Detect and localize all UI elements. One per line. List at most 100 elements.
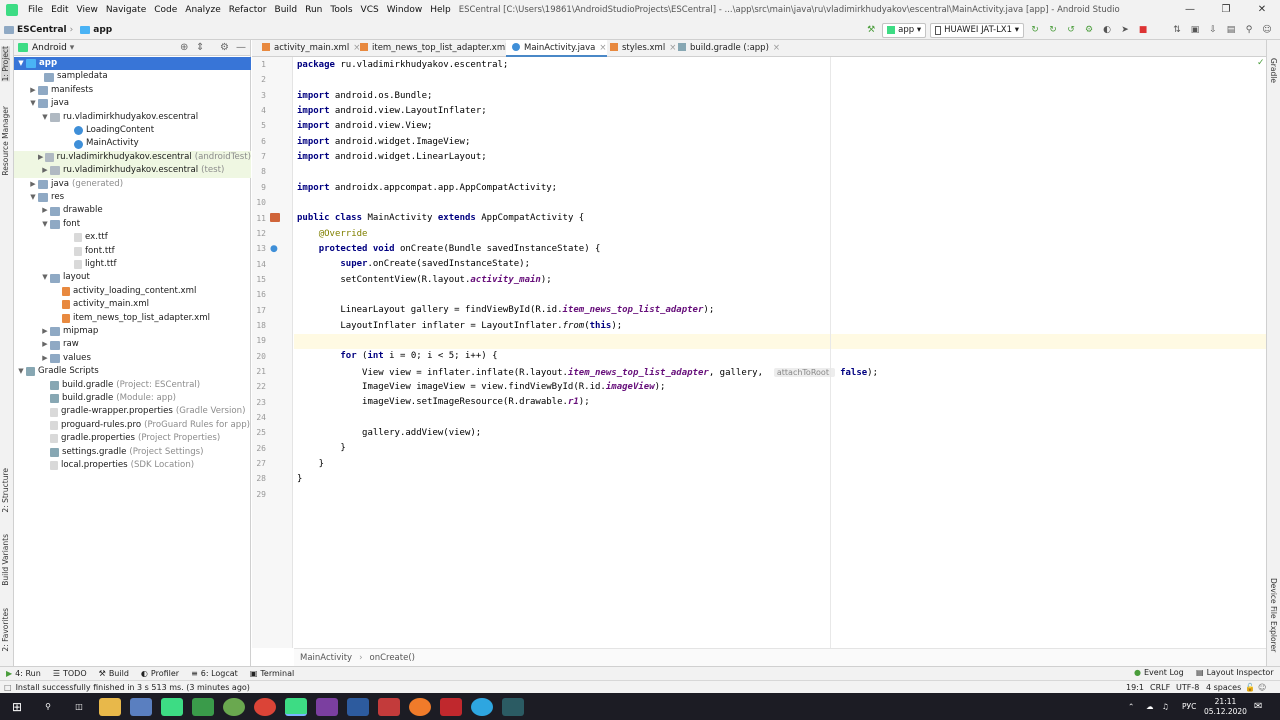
tree-item[interactable]: ▶ manifests [14, 84, 251, 97]
menu-tools[interactable]: Tools [326, 5, 356, 15]
collapse-arrow-icon[interactable]: ▶ [40, 352, 50, 365]
close-tab-icon[interactable]: × [773, 43, 780, 53]
tree-item[interactable]: settings.gradle (Project Settings) [14, 446, 251, 459]
app-icon[interactable] [223, 697, 245, 716]
avd-manager-icon[interactable]: ▣ [1188, 23, 1202, 37]
editor-tab[interactable]: styles.xml × [604, 40, 676, 57]
chrome-icon[interactable] [254, 697, 276, 716]
tree-item[interactable]: ▶ java (generated) [14, 178, 251, 191]
indent-setting[interactable]: 4 spaces [1206, 683, 1241, 692]
tree-item[interactable]: MainActivity [14, 137, 251, 150]
editor-tab[interactable]: MainActivity.java × [506, 40, 607, 57]
volume-icon[interactable]: ♫ [1162, 693, 1169, 720]
tree-item[interactable]: ▼ Gradle Scripts [14, 365, 251, 378]
telegram-icon[interactable] [471, 697, 493, 716]
notifications-icon[interactable]: ✉ [1254, 693, 1262, 720]
menu-refactor[interactable]: Refactor [225, 5, 271, 15]
build-variants-tab[interactable]: Build Variants [1, 534, 10, 586]
todo-tool-button[interactable]: ☰ TODO [53, 669, 87, 678]
app-icon[interactable] [409, 697, 431, 716]
network-icon[interactable]: ☁ [1146, 693, 1154, 720]
breadcrumb-class[interactable]: MainActivity [300, 653, 352, 663]
inspector-icon[interactable]: ☺ [1258, 683, 1266, 692]
android-studio-taskbar-icon[interactable] [161, 697, 183, 716]
maximize-button[interactable]: ❐ [1208, 0, 1244, 20]
line-separator[interactable]: CRLF [1150, 683, 1170, 692]
app-icon[interactable] [130, 697, 152, 716]
tree-item[interactable]: ex.ttf [14, 231, 251, 244]
menu-navigate[interactable]: Navigate [102, 5, 150, 15]
menu-window[interactable]: Window [383, 5, 427, 15]
tree-item[interactable]: activity_loading_content.xml [14, 285, 251, 298]
lock-icon[interactable]: 🔓 [1245, 683, 1255, 692]
android-studio-active-icon[interactable] [285, 697, 307, 716]
tree-item[interactable]: ▼ app [14, 57, 251, 71]
collapse-arrow-icon[interactable]: ▶ [28, 178, 38, 191]
tree-item[interactable]: ▶ mipmap [14, 325, 251, 338]
expand-arrow-icon[interactable]: ▼ [28, 97, 38, 110]
menu-edit[interactable]: Edit [47, 5, 72, 15]
tree-item[interactable]: light.ttf [14, 258, 251, 271]
terminal-tool-button[interactable]: ▣ Terminal [250, 669, 294, 678]
locate-icon[interactable]: ⊕ [180, 42, 188, 53]
clock[interactable]: 21:11 05.12.2020 [1204, 693, 1247, 720]
tree-item[interactable]: ▶ ru.vladimirkhudyakov.escentral (test) [14, 164, 251, 178]
filezilla-icon[interactable] [440, 697, 462, 716]
tree-item[interactable]: ▼ layout [14, 271, 251, 284]
profile-icon[interactable]: ◐ [1100, 23, 1114, 37]
breadcrumb-method[interactable]: onCreate() [370, 653, 415, 663]
structure-tab[interactable]: 2: Structure [1, 468, 10, 513]
favorites-tab[interactable]: 2: Favorites [1, 608, 10, 652]
menu-view[interactable]: View [73, 5, 102, 15]
rerun-icon[interactable]: ↻ [1028, 23, 1042, 37]
collapse-arrow-icon[interactable]: ▶ [40, 164, 50, 177]
code-editor[interactable]: package ru.vladimirkhudyakov.escentral; … [294, 57, 1266, 648]
app-icon[interactable] [316, 697, 338, 716]
profiler-tool-button[interactable]: ◐ Profiler [141, 669, 179, 678]
status-message[interactable]: Install successfully finished in 3 s 513… [16, 683, 250, 692]
windows-start-icon[interactable]: ⊞ [6, 698, 28, 716]
app-icon[interactable] [378, 697, 400, 716]
expand-arrow-icon[interactable]: ▼ [40, 111, 50, 124]
menu-help[interactable]: Help [426, 5, 455, 15]
editor-tab[interactable]: item_news_top_list_adapter.xml× [354, 40, 519, 57]
project-view-dropdown[interactable]: Android [32, 43, 67, 53]
tree-item[interactable]: build.gradle (Module: app) [14, 392, 251, 405]
logcat-tool-button[interactable]: ≡ 6: Logcat [191, 669, 238, 678]
expand-arrow-icon[interactable]: ▼ [40, 218, 50, 231]
collapse-arrow-icon[interactable]: ▶ [40, 204, 50, 217]
run-config-dropdown[interactable]: app ▾ [882, 22, 927, 38]
menu-file[interactable]: File [24, 5, 47, 15]
apply-changes-icon[interactable]: ↻ [1046, 23, 1060, 37]
file-explorer-icon[interactable] [99, 697, 121, 716]
tree-item[interactable]: local.properties (SDK Location) [14, 459, 251, 472]
run-class-gutter-icon[interactable] [270, 213, 280, 222]
menu-analyze[interactable]: Analyze [181, 5, 224, 15]
tree-item[interactable]: sampledata [14, 70, 251, 83]
gear-icon[interactable]: ⚙ [220, 42, 229, 53]
expand-arrow-icon[interactable]: ▼ [16, 57, 26, 70]
tree-item[interactable]: ▼ res [14, 191, 251, 204]
collapse-arrow-icon[interactable]: ▶ [36, 151, 45, 164]
apply-code-changes-icon[interactable]: ↺ [1064, 23, 1078, 37]
device-file-explorer-tab[interactable]: Device File Explorer [1269, 578, 1278, 652]
project-tool-tab[interactable]: 1: Project [1, 46, 10, 82]
tree-item[interactable]: LoadingContent [14, 124, 251, 137]
hammer-icon[interactable]: ⚒ [864, 23, 878, 37]
minimize-button[interactable]: — [1172, 0, 1208, 20]
sync-gradle-icon[interactable]: ⇅ [1170, 23, 1184, 37]
tree-item[interactable]: font.ttf [14, 245, 251, 258]
expand-arrow-icon[interactable]: ▼ [16, 365, 26, 378]
language-indicator[interactable]: РУС [1182, 693, 1196, 720]
tree-item[interactable]: ▶ drawable [14, 204, 251, 217]
status-panel-icon[interactable]: □ [4, 683, 12, 692]
terminal-icon[interactable] [502, 697, 524, 716]
breadcrumb-project[interactable]: ESCentral [4, 25, 67, 35]
collapse-arrow-icon[interactable]: ▶ [40, 338, 50, 351]
search-icon[interactable]: ⚲ [1242, 23, 1256, 37]
tree-item[interactable]: ▶ ru.vladimirkhudyakov.escentral (androidT… [14, 150, 251, 165]
menu-run[interactable]: Run [301, 5, 326, 15]
tree-item[interactable]: activity_main.xml [14, 298, 251, 311]
tree-item[interactable]: ▶ raw [14, 338, 251, 351]
device-dropdown[interactable]: HUAWEI JAT-LX1 ▾ [930, 22, 1024, 38]
